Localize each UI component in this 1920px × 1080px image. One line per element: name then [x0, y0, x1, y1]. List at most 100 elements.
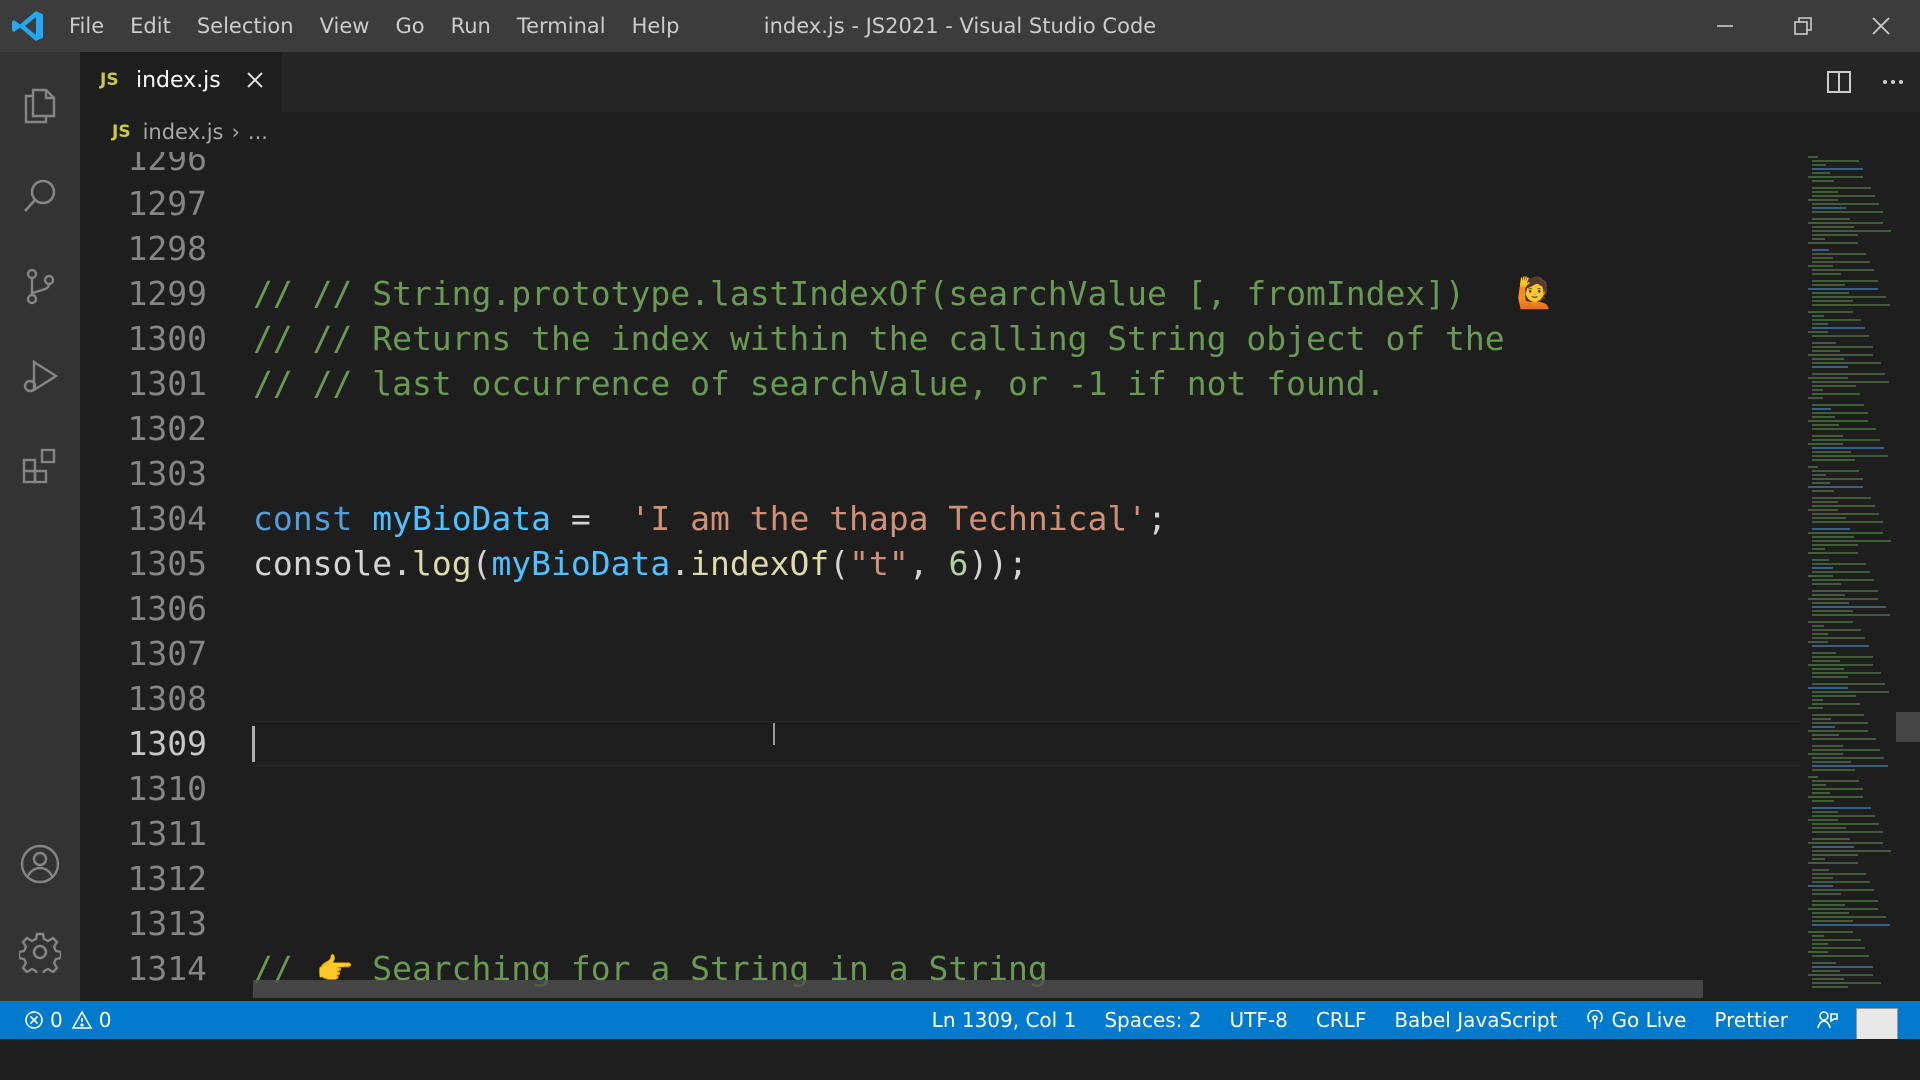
minimap-line: [1812, 497, 1871, 499]
minimap-line: [1808, 466, 1818, 468]
code-line: 1298: [80, 226, 1800, 271]
minimap-line: [1812, 470, 1859, 472]
minimap-line: [1812, 703, 1860, 705]
minimap-line: [1812, 823, 1879, 825]
breadcrumb-file[interactable]: index.js: [143, 120, 224, 144]
account-icon: [20, 844, 60, 884]
minimap-line: [1812, 672, 1881, 674]
minimap-line: [1812, 342, 1836, 344]
go-live-button[interactable]: Go Live: [1571, 1001, 1700, 1039]
minimap-line: [1812, 234, 1858, 236]
line-number: 1299: [127, 274, 207, 313]
minimap-line: [1808, 974, 1873, 976]
line-number: 1306: [127, 589, 207, 628]
extensions-button[interactable]: [0, 426, 80, 506]
breadcrumb-more[interactable]: ...: [248, 120, 268, 144]
menu-edit[interactable]: Edit: [117, 0, 184, 52]
run-debug-button[interactable]: [0, 336, 80, 416]
minimap-line: [1808, 509, 1838, 511]
language-mode[interactable]: Babel JavaScript: [1380, 1001, 1571, 1039]
minimap-line: [1812, 567, 1833, 569]
minimap-line: [1812, 424, 1839, 426]
prettier-status[interactable]: Prettier: [1700, 1001, 1802, 1039]
minimap-line: [1808, 664, 1873, 666]
minimap-line: [1808, 730, 1868, 732]
search-button[interactable]: [0, 156, 80, 236]
encoding[interactable]: UTF-8: [1216, 1001, 1302, 1039]
menu-run[interactable]: Run: [438, 0, 504, 52]
minimap-line: [1812, 869, 1829, 871]
minimap-line: [1812, 323, 1828, 325]
menu-go[interactable]: Go: [382, 0, 437, 52]
minimap[interactable]: [1800, 152, 1920, 1001]
minimap-line: [1812, 451, 1851, 453]
minimap-line: [1812, 408, 1831, 410]
horizontal-scrollbar[interactable]: [253, 980, 1703, 998]
menu-bar: File Edit Selection View Go Run Terminal…: [56, 0, 692, 52]
minimap-line: [1808, 420, 1868, 422]
line-number: 1302: [127, 409, 207, 448]
minimap-line: [1812, 319, 1861, 321]
minimap-line: [1812, 284, 1845, 286]
tab-index-js[interactable]: JS index.js: [80, 52, 282, 112]
warning-count: 0: [98, 1008, 112, 1032]
minimap-line: [1808, 598, 1878, 600]
minimap-line: [1812, 943, 1828, 945]
code-text: const myBioData = 'I am the thapa Techni…: [253, 499, 1167, 538]
code-text: console.log(myBioData.indexOf("t", 6));: [253, 544, 1028, 583]
split-editor-button[interactable]: [1812, 52, 1866, 112]
minimap-line: [1812, 416, 1835, 418]
minimize-button[interactable]: [1686, 0, 1764, 52]
settings-button[interactable]: [0, 912, 80, 992]
minimap-line: [1812, 474, 1826, 476]
js-file-icon: JS: [112, 122, 131, 142]
minimap-line: [1808, 199, 1838, 201]
minimap-line: [1812, 924, 1890, 926]
minimap-line: [1812, 544, 1858, 546]
more-actions-button[interactable]: [1866, 52, 1920, 112]
minimap-line: [1812, 521, 1883, 523]
minimap-slider[interactable]: [1896, 712, 1920, 742]
minimap-line: [1808, 885, 1833, 887]
explorer-button[interactable]: [0, 66, 80, 146]
menu-help[interactable]: Help: [619, 0, 693, 52]
minimap-line: [1808, 377, 1848, 379]
minimap-line: [1812, 699, 1823, 701]
minimap-line: [1808, 819, 1838, 821]
minimap-line: [1808, 753, 1843, 755]
minimap-line: [1812, 540, 1891, 542]
cursor-position[interactable]: Ln 1309, Col 1: [918, 1001, 1091, 1039]
minimap-line: [1812, 633, 1828, 635]
menu-terminal[interactable]: Terminal: [504, 0, 619, 52]
tab-close-button[interactable]: [240, 65, 270, 95]
minimap-line: [1812, 292, 1849, 294]
accounts-button[interactable]: [0, 824, 80, 904]
code-editor[interactable]: 1296 1297 1298 1299 // // String.prototy…: [80, 152, 1800, 1001]
minimap-line: [1812, 606, 1886, 608]
minimap-line: [1812, 935, 1824, 937]
line-number: 1296: [127, 152, 207, 178]
minimap-line: [1812, 389, 1823, 391]
minimap-line: [1812, 249, 1829, 251]
problems-indicator[interactable]: 0 0: [24, 1001, 125, 1039]
indentation[interactable]: Spaces: 2: [1090, 1001, 1215, 1039]
minimize-icon: [1717, 25, 1733, 27]
end-of-line[interactable]: CRLF: [1302, 1001, 1381, 1039]
feedback-button[interactable]: [1802, 1009, 1852, 1031]
minimap-line: [1812, 548, 1825, 550]
minimap-line: [1808, 931, 1853, 933]
minimap-line: [1812, 683, 1885, 685]
restore-button[interactable]: [1764, 0, 1842, 52]
minimap-line: [1812, 536, 1854, 538]
source-control-button[interactable]: [0, 246, 80, 326]
minimap-line: [1808, 532, 1883, 534]
menu-file[interactable]: File: [56, 0, 117, 52]
line-number: 1313: [127, 904, 207, 943]
menu-selection[interactable]: Selection: [184, 0, 307, 52]
minimap-line: [1812, 757, 1884, 759]
minimap-line: [1812, 645, 1869, 647]
minimap-line: [1812, 652, 1836, 654]
close-window-button[interactable]: [1842, 0, 1920, 52]
menu-view[interactable]: View: [307, 0, 383, 52]
vscode-logo-icon[interactable]: [10, 8, 46, 44]
